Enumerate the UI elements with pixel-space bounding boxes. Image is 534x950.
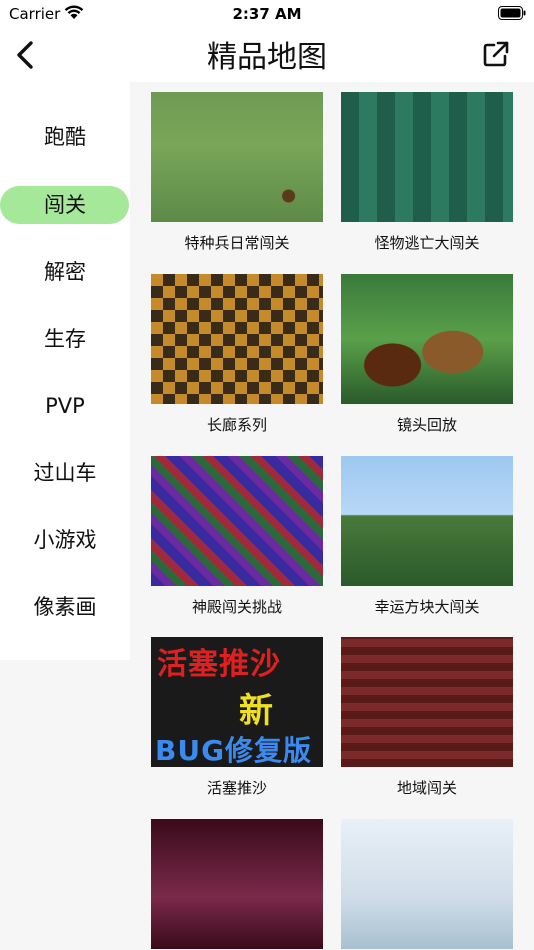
map-thumbnail xyxy=(341,274,513,404)
map-card[interactable] xyxy=(151,819,323,950)
map-title: 地域闯关 xyxy=(396,779,457,797)
map-thumbnail xyxy=(151,819,323,949)
status-bar: Carrier 2:37 AM xyxy=(0,0,534,28)
map-title: 长廊系列 xyxy=(206,416,267,434)
map-card[interactable]: 特种兵日常闯关 xyxy=(151,92,323,257)
map-card[interactable]: 长廊系列 xyxy=(151,274,323,439)
thumbnail-text: 新 xyxy=(239,691,273,731)
map-card[interactable]: 神殿闯关挑战 xyxy=(151,456,323,621)
map-thumbnail xyxy=(341,819,513,949)
map-card[interactable]: 活塞推沙 新 BUG修复版 活塞推沙 xyxy=(151,637,323,802)
sidebar-item-label: 解密 xyxy=(44,260,86,284)
navigation-bar: 精品地图 xyxy=(0,28,534,80)
map-card[interactable]: 怪物逃亡大闯关 xyxy=(341,92,513,257)
battery-icon xyxy=(498,6,526,20)
external-link-icon[interactable] xyxy=(482,40,510,68)
map-card[interactable] xyxy=(341,819,513,950)
map-card[interactable]: 镜头回放 xyxy=(341,274,513,439)
map-title: 怪物逃亡大闯关 xyxy=(374,234,480,252)
sidebar-item-puzzle[interactable]: 解密 xyxy=(0,252,130,292)
map-thumbnail xyxy=(151,456,323,586)
status-time: 2:37 AM xyxy=(232,5,302,23)
sidebar-item-label: 生存 xyxy=(44,327,86,351)
sidebar-item-label: 像素画 xyxy=(33,595,97,619)
thumbnail-text: 活塞推沙 xyxy=(157,647,281,682)
sidebar-item-mini-games[interactable]: 小游戏 xyxy=(0,520,130,560)
sidebar-item-label: 闯关 xyxy=(44,193,86,217)
sidebar-item-pixel-art[interactable]: 像素画 xyxy=(0,587,130,627)
map-title: 活塞推沙 xyxy=(206,779,267,797)
map-thumbnail xyxy=(341,637,513,767)
map-thumbnail: 活塞推沙 新 BUG修复版 xyxy=(151,637,323,767)
map-card[interactable]: 地域闯关 xyxy=(341,637,513,802)
thumbnail-text: BUG修复版 xyxy=(155,734,313,767)
sidebar-item-levels[interactable]: 闯关 xyxy=(0,185,130,225)
map-card[interactable]: 幸运方块大闯关 xyxy=(341,456,513,621)
sidebar-item-parkour[interactable]: 跑酷 xyxy=(0,117,130,157)
sidebar-item-pvp[interactable]: PVP xyxy=(0,386,130,426)
sidebar-item-label: 小游戏 xyxy=(33,528,97,552)
map-thumbnail xyxy=(341,92,513,222)
map-thumbnail xyxy=(151,274,323,404)
map-thumbnail xyxy=(151,92,323,222)
map-thumbnail xyxy=(341,456,513,586)
map-title: 镜头回放 xyxy=(396,416,457,434)
category-sidebar: 跑酷 闯关 解密 生存 PVP 过山车 小游戏 像素画 xyxy=(0,82,130,660)
sidebar-item-label: 跑酷 xyxy=(44,125,86,149)
map-title: 特种兵日常闯关 xyxy=(184,234,290,252)
map-title: 幸运方块大闯关 xyxy=(374,598,480,616)
sidebar-item-survival[interactable]: 生存 xyxy=(0,319,130,359)
sidebar-item-label: 过山车 xyxy=(33,461,97,485)
sidebar-item-label: PVP xyxy=(45,394,85,418)
sidebar-item-roller-coaster[interactable]: 过山车 xyxy=(0,453,130,493)
map-title: 神殿闯关挑战 xyxy=(191,598,282,616)
page-title: 精品地图 xyxy=(207,40,327,75)
